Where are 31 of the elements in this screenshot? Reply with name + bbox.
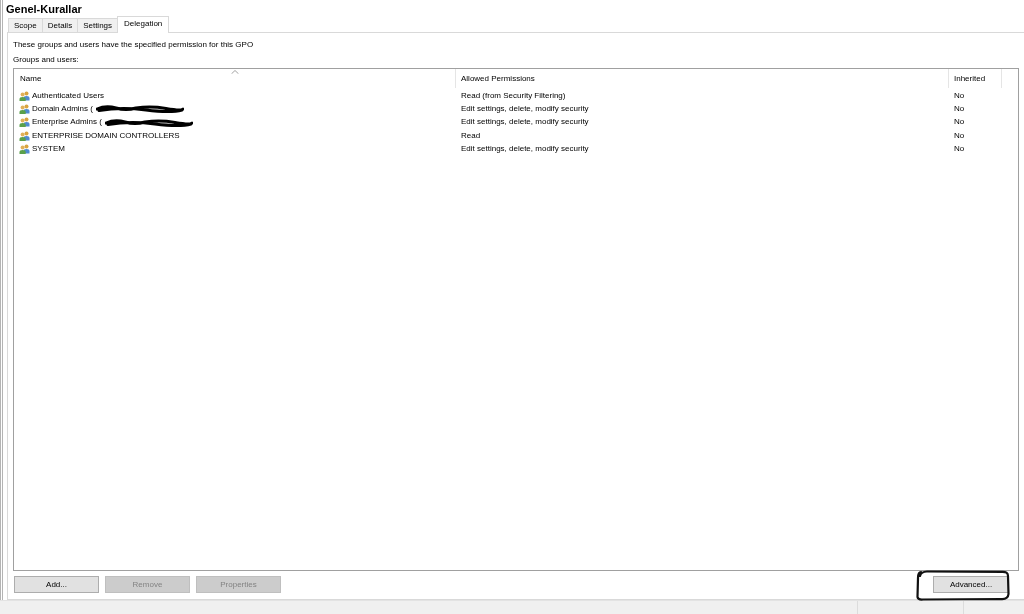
action-button[interactable]: Add... bbox=[14, 576, 99, 593]
tab[interactable]: Delegation bbox=[117, 16, 170, 33]
table-cell-text: Edit settings, delete, modify security bbox=[460, 116, 590, 129]
users-icon bbox=[19, 130, 30, 141]
tab[interactable]: Scope bbox=[8, 18, 43, 32]
column-header[interactable]: Name bbox=[14, 69, 456, 88]
user-name[interactable]: Domain Admins ( bbox=[32, 103, 93, 114]
list-label: Groups and users: bbox=[13, 55, 80, 65]
table-cell-text: No bbox=[953, 116, 966, 129]
table-cell-text: Read (from Security Filtering) bbox=[460, 89, 567, 102]
users-icon bbox=[19, 90, 30, 101]
users-icon bbox=[19, 117, 30, 128]
table-cell-text: No bbox=[953, 102, 966, 115]
column-header[interactable]: Inherited bbox=[949, 69, 1002, 88]
action-button[interactable]: Advanced... bbox=[933, 576, 1009, 593]
user-name[interactable]: Authenticated Users bbox=[32, 90, 105, 101]
table-cell-text: Read bbox=[460, 129, 482, 142]
description-text: These groups and users have the specified permission for this GPO bbox=[13, 40, 255, 50]
table-cell-text: Edit settings, delete, modify security bbox=[460, 142, 590, 155]
users-icon bbox=[19, 143, 30, 154]
user-name[interactable]: Enterprise Admins ( bbox=[32, 117, 102, 128]
table-cell-text: Edit settings, delete, modify security bbox=[460, 102, 590, 115]
window-title: Genel-Kurallar bbox=[5, 2, 83, 16]
table-cell-text: No bbox=[953, 129, 966, 142]
users-icon bbox=[19, 103, 30, 114]
table-cell-text: No bbox=[953, 142, 966, 155]
table-cell-text: No bbox=[953, 89, 966, 102]
column-header[interactable]: Allowed Permissions bbox=[456, 69, 949, 88]
tab[interactable]: Settings bbox=[77, 18, 119, 32]
user-name[interactable]: ENTERPRISE DOMAIN CONTROLLERS bbox=[32, 130, 180, 141]
user-name[interactable]: SYSTEM bbox=[32, 143, 65, 154]
